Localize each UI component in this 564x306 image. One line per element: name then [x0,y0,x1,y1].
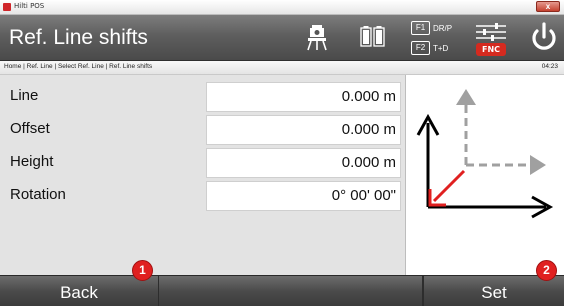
fnc-settings-icon[interactable] [475,23,507,41]
rotation-label: Rotation [10,186,66,203]
line-input[interactable]: 0.000 m [206,82,401,112]
main-content: Line 0.000 m Offset 0.000 m Height 0.000… [0,75,564,275]
rotation-input[interactable]: 0° 00' 00" [206,181,401,211]
tripod-icon[interactable] [306,25,328,51]
offset-label: Offset [10,120,50,137]
window-title: Hilti POS [14,2,45,10]
field-row-rotation: Rotation 0° 00' 00" [0,180,405,212]
fkey-f1-key: F1 [411,21,430,35]
fkey-f2-key: F2 [411,41,430,55]
battery-icon [360,26,385,47]
shift-axes-graphic [416,89,554,219]
app-icon [3,3,11,11]
function-keys: F1 DR/P F2 T+D [411,19,452,59]
field-row-offset: Offset 0.000 m [0,114,405,146]
fkey-f1[interactable]: F1 DR/P [411,19,452,37]
app-header: Ref. Line shifts F1 DR/P F2 T+D FNC [0,15,564,61]
breadcrumb[interactable]: Home | Ref. Line | Select Ref. Line | Re… [4,63,152,70]
height-input[interactable]: 0.000 m [206,148,401,178]
fkey-f2-label: T+D [433,43,449,53]
callout-marker-2: 2 [536,260,557,281]
breadcrumb-bar: Home | Ref. Line | Select Ref. Line | Re… [0,61,564,75]
page-title: Ref. Line shifts [9,26,148,49]
line-label: Line [10,87,39,104]
back-button[interactable]: Back [0,276,159,306]
fkey-f2[interactable]: F2 T+D [411,39,452,57]
window-title-bar: Hilti POS x [0,0,564,15]
window-close-button[interactable]: x [536,1,560,12]
power-icon[interactable] [529,22,559,54]
fkey-f1-label: DR/P [433,23,453,33]
clock: 04:23 [541,63,558,70]
softkey-bar: Back Set [0,275,564,306]
shift-diagram [405,75,564,275]
callout-marker-1: 1 [132,260,153,281]
field-row-height: Height 0.000 m [0,147,405,179]
softkey-empty [159,276,423,306]
height-label: Height [10,153,54,170]
offset-input[interactable]: 0.000 m [206,115,401,145]
fnc-badge[interactable]: FNC [476,43,506,56]
field-row-line: Line 0.000 m [0,81,405,113]
